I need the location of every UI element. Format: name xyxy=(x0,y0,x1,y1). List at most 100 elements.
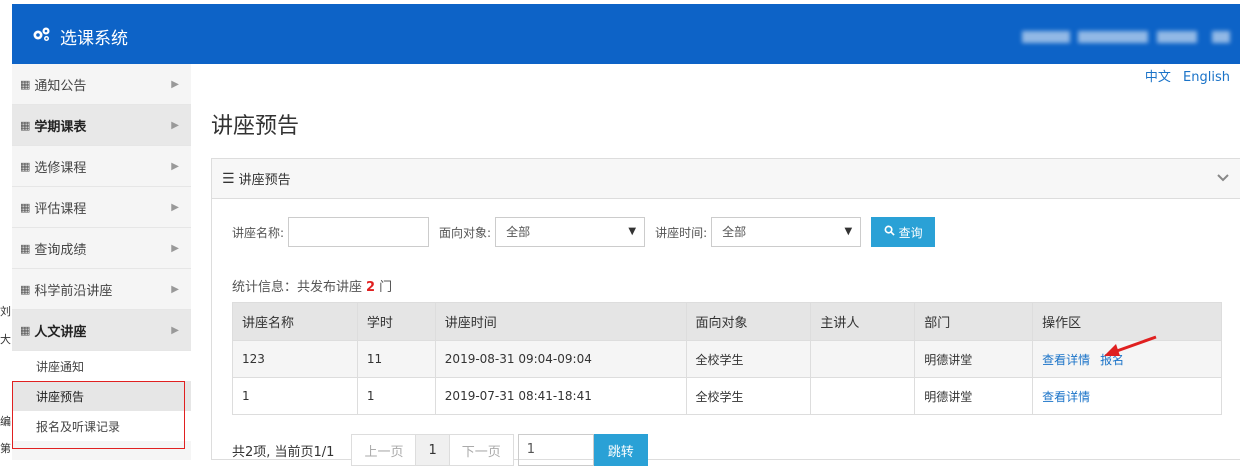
clip-char: 刘 xyxy=(0,305,11,318)
cell-time: 2019-07-31 08:41-18:41 xyxy=(434,377,687,415)
lecture-panel: ☰ 讲座预告 讲座名称: 面向对象: 全部 ▼ 讲座时间: 全部 ▼ 查询 统计… xyxy=(211,158,1240,466)
user-info-blurred[interactable] xyxy=(1157,31,1197,43)
annotation-arrow-icon xyxy=(1104,335,1157,356)
chevron-right-icon: ▶ xyxy=(171,242,179,254)
table-row: 1 1 2019-07-31 08:41-18:41 全校学生 明德讲堂 查看详… xyxy=(232,377,1222,415)
lang-zh-link[interactable]: 中文 xyxy=(1145,70,1171,85)
cell-actions: 查看详情 xyxy=(1032,377,1222,415)
page-number-button[interactable]: 1 xyxy=(415,434,450,466)
view-details-link[interactable]: 查看详情 xyxy=(1042,353,1090,367)
highlight-box xyxy=(12,381,185,449)
app-title: 选课系统 xyxy=(60,29,128,49)
subnav-lecture-notice[interactable]: 讲座通知 xyxy=(12,351,191,381)
user-info-blurred[interactable] xyxy=(1078,31,1148,43)
page-title: 讲座预告 xyxy=(211,114,300,139)
query-button[interactable]: 查询 xyxy=(871,217,936,247)
audience-filter-label: 面向对象: xyxy=(439,225,492,240)
sidebar-item-label: 学期课表 xyxy=(34,119,87,135)
stats-suffix: 门 xyxy=(379,280,393,295)
dropdown-arrow-icon: ▼ xyxy=(628,226,637,237)
cell-audience: 全校学生 xyxy=(685,377,812,415)
sidebar-item-label: 查询成绩 xyxy=(34,242,87,258)
sidebar-item-electives[interactable]: ▦ 选修课程 ▶ xyxy=(12,146,191,187)
list-icon: ☰ xyxy=(222,170,235,187)
top-header: 选课系统 xyxy=(12,4,1240,64)
audience-select-value: 全部 xyxy=(506,225,531,239)
grid-icon: ▦ xyxy=(20,200,31,214)
stats-count: 2 xyxy=(366,280,376,295)
gears-icon xyxy=(32,26,52,47)
time-filter-label: 讲座时间: xyxy=(655,225,708,240)
cell-name: 123 xyxy=(232,340,358,378)
sidebar-item-humanities-lectures[interactable]: ▦ 人文讲座 ▶ xyxy=(12,310,191,351)
sidebar-item-evaluation[interactable]: ▦ 评估课程 ▶ xyxy=(12,187,191,228)
chevron-right-icon: ▶ xyxy=(171,119,179,131)
col-header-hours: 学时 xyxy=(356,302,436,341)
sidebar-item-grades[interactable]: ▦ 查询成绩 ▶ xyxy=(12,228,191,269)
chevron-right-icon: ▶ xyxy=(171,78,179,90)
view-details-link[interactable]: 查看详情 xyxy=(1042,390,1090,404)
query-button-label: 查询 xyxy=(898,225,923,240)
chevron-right-icon: ▶ xyxy=(171,324,179,336)
grid-icon: ▦ xyxy=(20,118,31,132)
grid-icon: ▦ xyxy=(20,241,31,255)
clip-char: 第 xyxy=(0,442,11,455)
audience-select[interactable]: 全部 ▼ xyxy=(495,217,646,247)
dropdown-arrow-icon: ▼ xyxy=(844,226,853,237)
cell-audience: 全校学生 xyxy=(685,340,812,378)
chevron-right-icon: ▶ xyxy=(171,283,179,295)
col-header-time: 讲座时间 xyxy=(434,302,687,341)
panel-title: 讲座预告 xyxy=(238,173,291,188)
language-switcher: 中文 English xyxy=(1137,66,1230,85)
cell-time: 2019-08-31 09:04-09:04 xyxy=(434,340,687,378)
sidebar-item-label: 评估课程 xyxy=(34,201,87,217)
grid-icon: ▦ xyxy=(20,77,31,91)
chevron-right-icon: ▶ xyxy=(171,160,179,172)
cell-speaker xyxy=(810,340,916,378)
left-edge-clip: 刘 大 编 第 xyxy=(0,0,12,460)
search-icon xyxy=(884,225,895,239)
time-select[interactable]: 全部 ▼ xyxy=(711,217,862,247)
cell-hours: 1 xyxy=(356,377,436,415)
sidebar-item-label: 科学前沿讲座 xyxy=(34,283,113,299)
brand[interactable]: 选课系统 xyxy=(32,24,128,49)
table-header-row: 讲座名称 学时 讲座时间 面向对象 主讲人 部门 操作区 xyxy=(232,302,1222,341)
jump-button[interactable]: 跳转 xyxy=(593,434,648,466)
chevron-down-icon[interactable] xyxy=(1216,171,1230,187)
sidebar-item-label: 人文讲座 xyxy=(34,324,87,340)
col-header-audience: 面向对象 xyxy=(685,302,812,341)
user-info-blurred[interactable] xyxy=(1212,31,1230,43)
grid-icon: ▦ xyxy=(20,323,31,337)
name-filter-label: 讲座名称: xyxy=(232,225,285,240)
chevron-right-icon: ▶ xyxy=(171,201,179,213)
prev-page-button[interactable]: 上一页 xyxy=(351,434,417,466)
sidebar-item-label: 通知公告 xyxy=(34,78,87,94)
grid-icon: ▦ xyxy=(20,159,31,173)
lecture-name-input[interactable] xyxy=(288,217,430,247)
user-info-blurred[interactable] xyxy=(1022,31,1070,43)
pagination-info: 共2项, 当前页1/1 xyxy=(232,444,335,460)
cell-hours: 11 xyxy=(356,340,436,378)
cell-dept: 明德讲堂 xyxy=(914,377,1034,415)
grid-icon: ▦ xyxy=(20,282,31,296)
pagination: 共2项, 当前页1/1 上一页 1 下一页 1 跳转 xyxy=(232,434,648,466)
clip-char: 编 xyxy=(0,415,11,428)
clip-char: 大 xyxy=(0,333,11,346)
col-header-name: 讲座名称 xyxy=(232,302,358,341)
stats-info: 统计信息：共发布讲座 2 门 xyxy=(232,276,392,295)
cell-name: 1 xyxy=(232,377,358,415)
jump-page-input[interactable]: 1 xyxy=(517,434,594,466)
cell-speaker xyxy=(810,377,916,415)
panel-header: ☰ 讲座预告 xyxy=(212,159,1240,199)
lang-en-link[interactable]: English xyxy=(1183,70,1230,85)
col-header-speaker: 主讲人 xyxy=(810,302,916,341)
next-page-button[interactable]: 下一页 xyxy=(448,434,514,466)
filter-bar: 讲座名称: 面向对象: 全部 ▼ 讲座时间: 全部 ▼ 查询 xyxy=(232,217,936,247)
sidebar-item-science-lectures[interactable]: ▦ 科学前沿讲座 ▶ xyxy=(12,269,191,310)
col-header-dept: 部门 xyxy=(914,302,1034,341)
lecture-table: 讲座名称 学时 讲座时间 面向对象 主讲人 部门 操作区 123 11 2019… xyxy=(232,302,1222,415)
sidebar-item-schedule[interactable]: ▦ 学期课表 ▶ xyxy=(12,105,191,146)
sidebar-item-notices[interactable]: ▦ 通知公告 ▶ xyxy=(12,64,191,105)
time-select-value: 全部 xyxy=(722,225,747,239)
sidebar-item-label: 选修课程 xyxy=(34,160,87,176)
